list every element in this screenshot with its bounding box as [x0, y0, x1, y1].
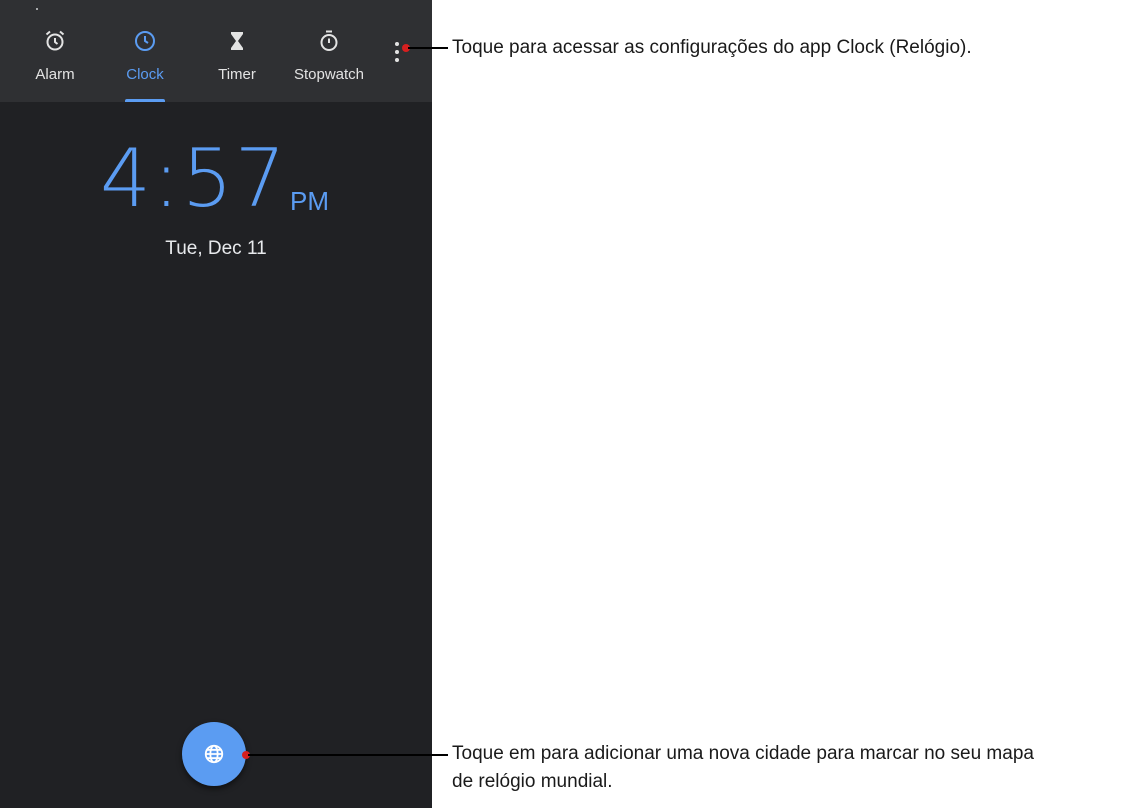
tab-label: Stopwatch: [293, 66, 365, 83]
fab-annotation-line: [248, 754, 448, 756]
tab-label: Timer: [218, 66, 256, 83]
current-time: 4:57: [100, 132, 288, 225]
globe-icon: [204, 744, 224, 764]
tab-label: Alarm: [35, 66, 75, 83]
tab-stopwatch[interactable]: Stopwatch: [286, 28, 372, 102]
more-vert-icon: [395, 42, 399, 46]
clock-icon: [132, 28, 158, 54]
status-indicator: [36, 8, 38, 10]
alarm-icon: [42, 28, 68, 54]
am-pm-indicator: PM: [290, 186, 329, 216]
clock-app-screen: Alarm Clock Timer Stopwatch 4:57 PM Tue,…: [0, 0, 432, 808]
fab-annotation-line2: de relógio mundial.: [452, 771, 613, 792]
stopwatch-icon: [316, 28, 342, 54]
settings-annotation: Toque para acessar as configurações do a…: [452, 37, 972, 58]
fab-annotation-line1: Toque em para adicionar uma nova cidade …: [452, 743, 1034, 764]
tab-bar: Alarm Clock Timer Stopwatch: [0, 0, 432, 102]
current-date: Tue, Dec 11: [165, 238, 267, 259]
settings-annotation-line: [408, 47, 448, 49]
tab-timer[interactable]: Timer: [194, 28, 280, 102]
tab-alarm[interactable]: Alarm: [12, 28, 98, 102]
active-tab-indicator: [125, 99, 165, 102]
hourglass-icon: [224, 28, 250, 54]
tab-clock[interactable]: Clock: [102, 28, 188, 102]
tab-label: Clock: [126, 66, 164, 83]
add-city-button[interactable]: [182, 722, 246, 786]
more-options-button[interactable]: [386, 34, 408, 70]
